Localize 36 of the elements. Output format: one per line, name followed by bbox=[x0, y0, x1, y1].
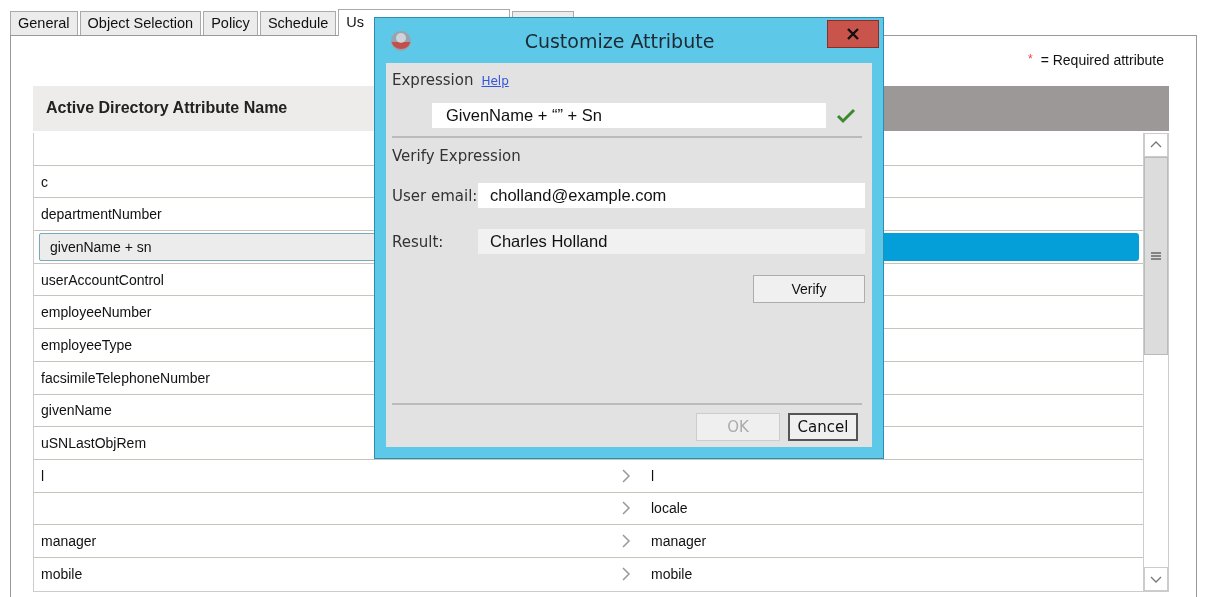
app-icon bbox=[390, 29, 412, 52]
scroll-down-icon[interactable] bbox=[1144, 566, 1168, 591]
attribute-name: manager bbox=[651, 533, 707, 550]
attribute-name: mobile bbox=[651, 566, 693, 583]
close-button[interactable] bbox=[827, 19, 879, 48]
help-link[interactable]: Help bbox=[481, 74, 509, 88]
scrollbar[interactable] bbox=[1143, 133, 1168, 591]
table-cell[interactable]: l bbox=[34, 459, 601, 492]
tab[interactable]: General bbox=[10, 11, 78, 35]
result-field: Charles Holland bbox=[478, 229, 865, 254]
email-field[interactable]: cholland@example.com bbox=[478, 183, 865, 208]
tab[interactable]: Object Selection bbox=[79, 11, 202, 35]
field-label: Result: bbox=[392, 232, 445, 251]
scroll-up-icon[interactable] bbox=[1144, 133, 1168, 157]
field-label: User email: bbox=[392, 186, 478, 205]
chevron-right-icon bbox=[621, 500, 631, 517]
expression-label: Expression bbox=[392, 71, 474, 89]
chevron-right-icon bbox=[621, 467, 631, 484]
expression-field[interactable]: GivenName + “” + Sn bbox=[432, 103, 826, 128]
chevron-right-icon bbox=[621, 533, 631, 550]
verify-button[interactable]: Verify bbox=[753, 275, 865, 303]
legend-text: = Required attribute bbox=[1040, 52, 1164, 70]
attribute-name: locale bbox=[651, 500, 688, 517]
dialog-title: Customize Attribute bbox=[523, 29, 716, 52]
scroll-thumb[interactable] bbox=[1144, 157, 1168, 355]
tab[interactable]: Policy bbox=[203, 11, 258, 35]
table-cell[interactable]: mobile bbox=[34, 557, 601, 591]
close-icon bbox=[847, 27, 859, 40]
section-heading: Verify Expression bbox=[392, 147, 522, 165]
attribute-name: l bbox=[651, 467, 655, 484]
chevron-right-icon bbox=[621, 566, 631, 583]
grip-icon bbox=[1151, 251, 1161, 261]
table-cell[interactable]: manager bbox=[34, 525, 601, 557]
required-mark: * bbox=[1027, 52, 1033, 68]
tab[interactable]: Schedule bbox=[259, 11, 337, 35]
dialog-button[interactable]: Cancel bbox=[788, 413, 858, 441]
